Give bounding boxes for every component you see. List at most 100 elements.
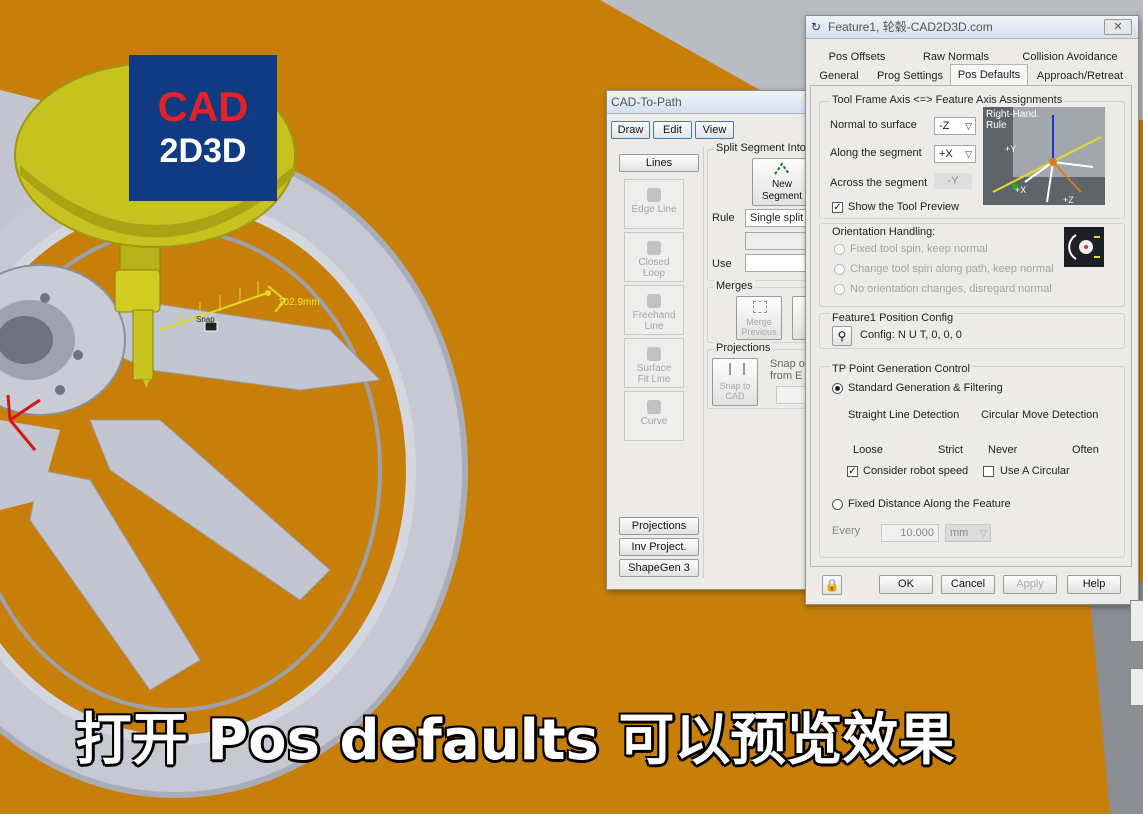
normal-to-surface-select[interactable]: -Z ▽ xyxy=(934,117,976,135)
edge-line-button[interactable]: Edge Line xyxy=(624,179,684,229)
orientation-radio-change-spin[interactable] xyxy=(834,264,845,275)
tab-approach-retreat[interactable]: Approach/Retreat xyxy=(1030,67,1130,85)
chevron-down-icon: ▽ xyxy=(965,121,972,131)
often-label: Often xyxy=(1072,444,1099,456)
menu-view[interactable]: View xyxy=(695,121,734,139)
orientation-radio-fixed[interactable] xyxy=(834,244,845,255)
new-segment-button[interactable]: New Segment xyxy=(752,158,812,206)
show-preview-checkbox[interactable]: ✓ xyxy=(832,202,843,213)
lines-button[interactable]: Lines xyxy=(619,154,699,172)
use-circular-label: Use A Circular xyxy=(1000,465,1070,477)
surface-fit-line-icon xyxy=(647,347,661,361)
feature-dialog: ↻ Feature1, 轮毂-CAD2D3D.com ✕ Pos Offsets… xyxy=(805,15,1139,605)
consider-speed-checkbox[interactable]: ✓ xyxy=(847,466,858,477)
snap-from-label-2: from E xyxy=(770,370,803,382)
preview-plus-z: +Z xyxy=(1063,195,1074,205)
help-button[interactable]: Help xyxy=(1067,575,1121,594)
standard-generation-radio[interactable] xyxy=(832,383,843,394)
projections-title: Projections xyxy=(714,342,773,354)
inv-project-button[interactable]: Inv Project. xyxy=(619,538,699,556)
menu-draw[interactable]: Draw xyxy=(611,121,650,139)
never-label: Never xyxy=(988,444,1018,456)
edge-line-label: Edge Line xyxy=(631,204,677,215)
ok-button[interactable]: OK xyxy=(879,575,933,594)
video-subtitle: 打开 Pos defaults 可以预览效果 xyxy=(75,708,955,773)
cancel-button[interactable]: Cancel xyxy=(941,575,995,594)
position-config-search-button[interactable]: ⚲ xyxy=(832,326,852,346)
tp-generation-title: TP Point Generation Control xyxy=(830,363,972,375)
merges-group: Merges Merge Previous xyxy=(707,280,816,343)
circular-move-detection-label: Circular Move Detection xyxy=(981,409,1099,421)
standard-generation-label: Standard Generation & Filtering xyxy=(848,382,1003,394)
every-label: Every xyxy=(832,525,861,537)
surface-fit-line-button[interactable]: Surface Fit Line xyxy=(624,338,684,388)
close-button[interactable]: ✕ xyxy=(1104,19,1132,35)
tab-pos-defaults[interactable]: Pos Defaults xyxy=(950,64,1028,86)
apply-button[interactable]: Apply xyxy=(1003,575,1057,594)
normal-to-surface-label: Normal to surface xyxy=(830,119,917,131)
logo-text-2d3d: 2D3D xyxy=(159,132,247,170)
tab-prog-settings[interactable]: Prog Settings xyxy=(870,67,950,85)
surface-fit-line-label: Surface Fit Line xyxy=(636,363,672,385)
merge-previous-label-1: Merge xyxy=(746,317,772,327)
straight-line-detection-label: Straight Line Detection xyxy=(848,409,960,421)
merge-previous-button[interactable]: Merge Previous xyxy=(736,296,782,340)
orientation-change-spin-label: Change tool spin along path, keep normal xyxy=(850,263,1054,275)
merge-previous-icon xyxy=(753,301,767,313)
across-segment-value: -Y xyxy=(934,173,972,189)
position-config-text: Config: N U T, 0, 0, 0 xyxy=(860,329,962,341)
right-hand-rule-label-2: Rule xyxy=(986,120,1007,131)
orientation-title: Orientation Handling: xyxy=(830,226,938,238)
new-segment-label-1: New xyxy=(771,179,792,190)
closed-loop-icon xyxy=(647,241,661,255)
consider-speed-label: Consider robot speed xyxy=(863,465,969,477)
curve-button[interactable]: Curve xyxy=(624,391,684,441)
menu-edit[interactable]: Edit xyxy=(653,121,692,139)
shapegen-3-button[interactable]: ShapeGen 3 xyxy=(619,559,699,577)
tool-frame-group: Tool Frame Axis <=> Feature Axis Assignm… xyxy=(819,94,1125,219)
merges-title: Merges xyxy=(714,280,755,292)
search-icon: ⚲ xyxy=(837,329,847,343)
orientation-group: Orientation Handling: Fixed tool spin, k… xyxy=(819,223,1125,307)
chevron-down-icon: ▽ xyxy=(980,528,987,538)
cad-to-path-title: CAD-To-Path xyxy=(611,95,682,109)
snap-to-cad-button[interactable]: Snap to CAD xyxy=(712,358,758,406)
feature-dialog-app-icon: ↻ xyxy=(811,20,822,34)
tab-general[interactable]: General xyxy=(810,67,868,85)
position-config-group: Feature1 Position Config ⚲ Config: N U T… xyxy=(819,312,1125,349)
across-segment-label: Across the segment xyxy=(830,177,928,189)
tab-collision-avoidance[interactable]: Collision Avoidance xyxy=(1010,48,1130,66)
closed-loop-button[interactable]: Closed Loop xyxy=(624,232,684,282)
cad-to-path-titlebar[interactable]: CAD-To-Path xyxy=(607,91,817,114)
orientation-radio-none[interactable] xyxy=(834,284,845,295)
every-value-field[interactable]: 10.000 xyxy=(881,524,939,542)
tp-generation-group: TP Point Generation Control Standard Gen… xyxy=(819,363,1125,558)
edge-line-icon xyxy=(647,188,661,202)
every-unit-select[interactable]: mm ▽ xyxy=(945,524,991,542)
tab-pos-offsets[interactable]: Pos Offsets xyxy=(812,48,902,66)
split-segment-group: Split Segment Into: New Segment Rule Sin… xyxy=(707,142,815,281)
every-unit-value: mm xyxy=(950,527,969,539)
feature-dialog-titlebar[interactable]: ↻ Feature1, 轮毂-CAD2D3D.com ✕ xyxy=(806,16,1138,39)
use-circular-checkbox[interactable] xyxy=(983,466,994,477)
merge-previous-label-2: Previous xyxy=(741,327,777,337)
split-segment-title: Split Segment Into: xyxy=(714,142,811,154)
use-label: Use xyxy=(712,258,732,270)
preview-plus-y: +Y xyxy=(1005,144,1017,154)
along-segment-select[interactable]: +X ▽ xyxy=(934,145,976,163)
side-tool-panel: Lines Edge Line Closed Loop Freehand Lin… xyxy=(615,146,704,578)
freehand-line-icon xyxy=(647,294,661,308)
preview-plus-x: +X xyxy=(1015,185,1027,195)
offscreen-panel-edge[interactable] xyxy=(1130,600,1143,642)
loose-label: Loose xyxy=(853,444,883,456)
projections-button[interactable]: Projections xyxy=(619,517,699,535)
freehand-line-button[interactable]: Freehand Line xyxy=(624,285,684,335)
strict-label: Strict xyxy=(938,444,964,456)
fixed-distance-radio[interactable] xyxy=(832,499,843,510)
cad-to-path-window: CAD-To-Path Draw Edit View Lines Edge Li… xyxy=(606,90,818,590)
snap-to-cad-icon xyxy=(729,363,745,375)
snap-to-cad-label-2: CAD xyxy=(725,391,745,401)
offscreen-panel-edge-2[interactable] xyxy=(1130,668,1143,706)
curve-label: Curve xyxy=(640,416,668,427)
lock-button[interactable]: 🔒 xyxy=(822,575,842,595)
